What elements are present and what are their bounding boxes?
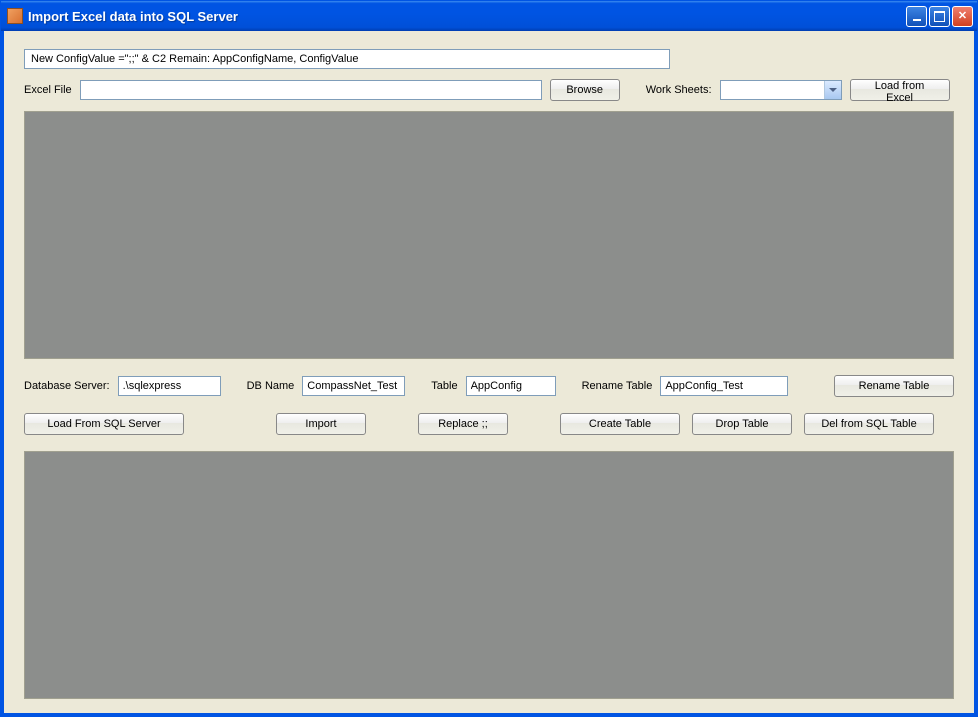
excel-file-label: Excel File	[24, 84, 72, 96]
minimize-button[interactable]	[906, 6, 927, 27]
window-title: Import Excel data into SQL Server	[28, 9, 906, 24]
replace-button[interactable]: Replace ;;	[418, 413, 508, 435]
client-area: New ConfigValue =";;" & C2 Remain: AppCo…	[1, 31, 977, 716]
excel-file-input[interactable]	[80, 80, 542, 100]
worksheets-label: Work Sheets:	[646, 84, 712, 96]
browse-button[interactable]: Browse	[550, 79, 620, 101]
rename-table-label: Rename Table	[582, 380, 653, 392]
excel-file-row: Excel File Browse Work Sheets: Load from…	[24, 79, 954, 101]
db-name-input[interactable]	[302, 376, 405, 396]
db-server-input[interactable]	[118, 376, 221, 396]
table-input[interactable]	[466, 376, 556, 396]
database-row: Database Server: DB Name Table Rename Ta…	[24, 375, 954, 397]
db-server-label: Database Server:	[24, 380, 110, 392]
del-from-sql-button[interactable]: Del from SQL Table	[804, 413, 934, 435]
window-controls	[906, 6, 973, 27]
rename-table-button[interactable]: Rename Table	[834, 375, 954, 397]
sql-data-grid[interactable]	[24, 451, 954, 699]
worksheets-dropdown[interactable]	[720, 80, 842, 100]
drop-table-button[interactable]: Drop Table	[692, 413, 792, 435]
create-table-button[interactable]: Create Table	[560, 413, 680, 435]
main-window: Import Excel data into SQL Server New Co…	[0, 0, 978, 717]
close-button[interactable]	[952, 6, 973, 27]
import-button[interactable]: Import	[276, 413, 366, 435]
titlebar[interactable]: Import Excel data into SQL Server	[1, 1, 977, 31]
action-row: Load From SQL Server Import Replace ;; C…	[24, 413, 954, 435]
table-label: Table	[431, 380, 457, 392]
app-icon	[7, 8, 23, 24]
load-from-sql-button[interactable]: Load From SQL Server	[24, 413, 184, 435]
db-name-label: DB Name	[247, 380, 295, 392]
load-from-excel-button[interactable]: Load from Excel	[850, 79, 950, 101]
maximize-button[interactable]	[929, 6, 950, 27]
rename-table-input[interactable]	[660, 376, 788, 396]
content: New ConfigValue =";;" & C2 Remain: AppCo…	[8, 35, 970, 709]
excel-data-grid[interactable]	[24, 111, 954, 359]
config-row: New ConfigValue =";;" & C2 Remain: AppCo…	[24, 49, 954, 69]
chevron-down-icon	[824, 81, 841, 99]
config-display[interactable]: New ConfigValue =";;" & C2 Remain: AppCo…	[24, 49, 670, 69]
